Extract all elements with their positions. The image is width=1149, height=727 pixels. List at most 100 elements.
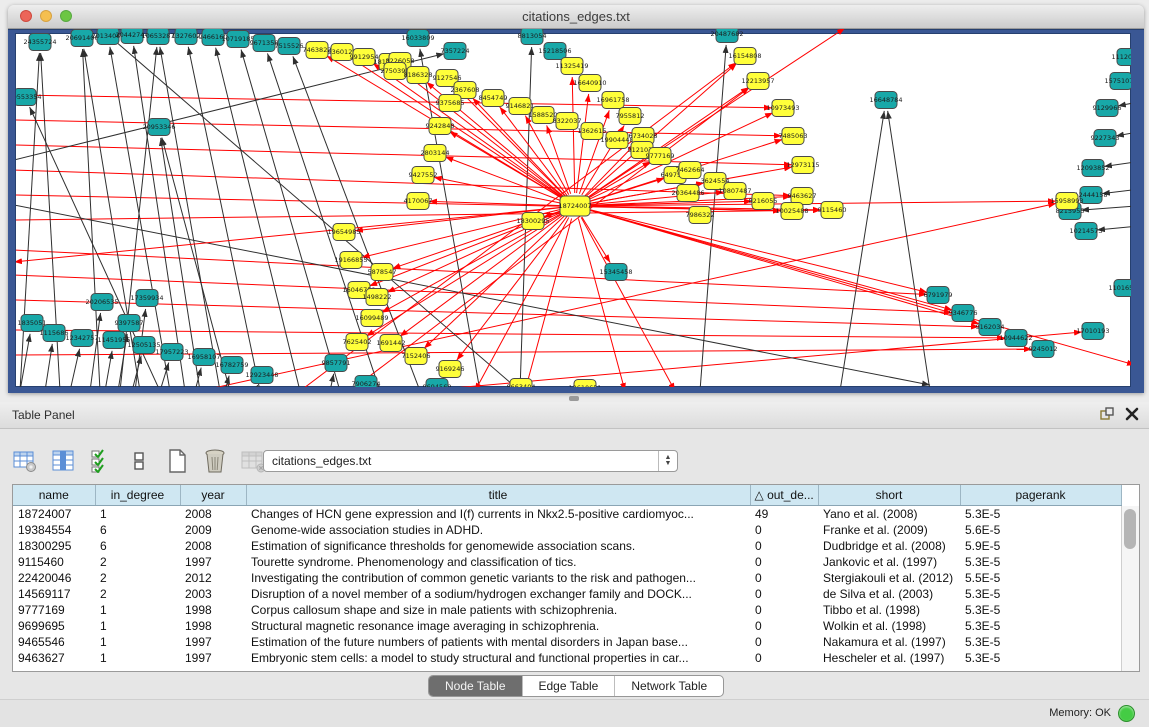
table-cell[interactable]: 22420046 xyxy=(13,570,95,586)
column-header-in_degree[interactable]: in_degree xyxy=(95,485,180,506)
table-cell[interactable]: 2008 xyxy=(180,538,246,554)
table-cell[interactable]: Wolkin et al. (1998) xyxy=(818,618,960,634)
table-cell[interactable]: 1997 xyxy=(180,634,246,650)
column-header-pagerank[interactable]: pagerank xyxy=(960,485,1121,506)
table-cell[interactable]: 0 xyxy=(750,554,818,570)
row-stack-icon[interactable] xyxy=(126,448,152,474)
graph-node[interactable]: 9427552 xyxy=(409,167,438,184)
table-cell[interactable]: 0 xyxy=(750,650,818,666)
table-cell[interactable]: 9115460 xyxy=(13,554,95,570)
graph-node[interactable]: 7357224 xyxy=(441,43,470,60)
table-cell[interactable]: 6 xyxy=(95,522,180,538)
graph-node[interactable]: 6791979 xyxy=(924,287,953,304)
graph-node[interactable]: 9857791 xyxy=(322,355,351,372)
graph-node[interactable]: 1498222 xyxy=(363,289,392,306)
float-window-icon[interactable] xyxy=(1099,406,1115,427)
table-cell[interactable]: de Silva et al. (2003) xyxy=(818,586,960,602)
table-cell[interactable]: 2012 xyxy=(180,570,246,586)
table-cell[interactable]: 1 xyxy=(95,506,180,523)
table-cell[interactable]: Estimation of significance thresholds fo… xyxy=(246,538,750,554)
table-cell[interactable]: 6 xyxy=(95,538,180,554)
table-cell[interactable]: 5.3E-5 xyxy=(960,618,1121,634)
table-cell[interactable]: Disruption of a novel member of a sodium… xyxy=(246,586,750,602)
graph-node[interactable]: 9169246 xyxy=(436,361,465,378)
table-cell[interactable]: 5.3E-5 xyxy=(960,634,1121,650)
table-cell[interactable]: 19384554 xyxy=(13,522,95,538)
table-cell[interactable]: 14569117 xyxy=(13,586,95,602)
new-table-icon[interactable] xyxy=(164,448,190,474)
table-cell[interactable]: 0 xyxy=(750,570,818,586)
table-cell[interactable]: 5.3E-5 xyxy=(960,586,1121,602)
column-header-title[interactable]: title xyxy=(246,485,750,506)
vertical-scrollbar[interactable] xyxy=(1121,506,1139,671)
graph-node[interactable]: 1691442 xyxy=(377,335,406,352)
table-cell[interactable]: 9699695 xyxy=(13,618,95,634)
table-cell[interactable]: 1 xyxy=(95,634,180,650)
table-cell[interactable]: 5.3E-5 xyxy=(960,506,1121,523)
table-row[interactable]: 1830029562008Estimation of significance … xyxy=(13,538,1121,554)
graph-node[interactable]: 8454749 xyxy=(479,90,508,107)
table-cell[interactable]: 2003 xyxy=(180,586,246,602)
graph-node[interactable]: 5878547 xyxy=(368,264,397,281)
close-panel-icon[interactable] xyxy=(1125,407,1139,426)
table-cell[interactable]: 2008 xyxy=(180,506,246,523)
graph-node[interactable]: 1327602 xyxy=(172,28,201,45)
column-checklist-icon[interactable] xyxy=(88,448,114,474)
table-cell[interactable]: 0 xyxy=(750,634,818,650)
splitter-handle[interactable] xyxy=(569,396,579,401)
graph-node[interactable]: 9777169 xyxy=(646,148,675,165)
table-cell[interactable]: Tourette syndrome. Phenomenology and cla… xyxy=(246,554,750,570)
graph-node[interactable]: 9129966 xyxy=(1093,100,1122,117)
delete-table-icon[interactable] xyxy=(202,448,228,474)
table-row[interactable]: 1872400712008Changes of HCN gene express… xyxy=(13,506,1121,523)
graph-node[interactable]: 7986322 xyxy=(686,207,715,224)
table-cell[interactable]: 5.3E-5 xyxy=(960,602,1121,618)
table-row[interactable]: 2242004622012Investigating the contribut… xyxy=(13,570,1121,586)
table-cell[interactable]: 0 xyxy=(750,586,818,602)
table-row[interactable]: 946554611997Estimation of the future num… xyxy=(13,634,1121,650)
table-cell[interactable]: 2 xyxy=(95,554,180,570)
tab-node-table[interactable]: Node Table xyxy=(429,676,522,696)
table-cell[interactable]: 18300295 xyxy=(13,538,95,554)
graph-node[interactable]: 7485063 xyxy=(779,128,808,145)
table-cell[interactable]: 18724007 xyxy=(13,506,95,523)
column-header-year[interactable]: year xyxy=(180,485,246,506)
table-row[interactable]: 946362711997Embryonic stem cells: a mode… xyxy=(13,650,1121,666)
network-window-titlebar[interactable]: citations_edges.txt xyxy=(8,5,1144,29)
table-cell[interactable]: 0 xyxy=(750,618,818,634)
graph-node[interactable]: 8186328 xyxy=(404,67,433,84)
table-cell[interactable]: 5.9E-5 xyxy=(960,538,1121,554)
graph-node[interactable]: 9463627 xyxy=(788,188,817,205)
table-cell[interactable]: 5.5E-5 xyxy=(960,570,1121,586)
table-cell[interactable]: 1998 xyxy=(180,602,246,618)
table-cell[interactable]: Tibbo et al. (1998) xyxy=(818,602,960,618)
graph-node[interactable]: 7625402 xyxy=(343,334,372,351)
table-cell[interactable]: Jankovic et al. (1997) xyxy=(818,554,960,570)
table-cell[interactable]: 2 xyxy=(95,570,180,586)
table-cell[interactable]: 5.6E-5 xyxy=(960,522,1121,538)
table-cell[interactable]: 9463627 xyxy=(13,650,95,666)
table-cell[interactable]: Franke et al. (2009) xyxy=(818,522,960,538)
graph-node[interactable]: 7462664 xyxy=(676,162,705,179)
graph-node[interactable]: 9162034 xyxy=(976,319,1005,336)
table-row[interactable]: 1938455462009Genome-wide association stu… xyxy=(13,522,1121,538)
table-cell[interactable]: 49 xyxy=(750,506,818,523)
table-cell[interactable]: 0 xyxy=(750,602,818,618)
table-cell[interactable]: Investigating the contribution of common… xyxy=(246,570,750,586)
table-mode-icon[interactable] xyxy=(12,448,38,474)
table-cell[interactable]: Dudbridge et al. (2008) xyxy=(818,538,960,554)
graph-node[interactable]: 1115686 xyxy=(40,325,69,342)
graph-node[interactable]: 9242848 xyxy=(426,118,455,135)
graph-node[interactable]: 9346776 xyxy=(949,305,978,322)
column-header-out_de[interactable]: △ out_de... xyxy=(750,485,818,506)
graph-node[interactable]: 9245012 xyxy=(1029,341,1058,358)
tab-edge-table[interactable]: Edge Table xyxy=(522,676,615,696)
graph-node[interactable]: 9375685 xyxy=(436,95,465,112)
column-header-short[interactable]: short xyxy=(818,485,960,506)
table-cell[interactable]: 5.3E-5 xyxy=(960,554,1121,570)
graph-node[interactable]: 8216055 xyxy=(749,193,778,210)
table-row[interactable]: 911546021997Tourette syndrome. Phenomeno… xyxy=(13,554,1121,570)
table-cell[interactable]: Estimation of the future numbers of pati… xyxy=(246,634,750,650)
table-row[interactable]: 969969511998Structural magnetic resonanc… xyxy=(13,618,1121,634)
graph-node[interactable]: 4170067 xyxy=(404,193,433,210)
